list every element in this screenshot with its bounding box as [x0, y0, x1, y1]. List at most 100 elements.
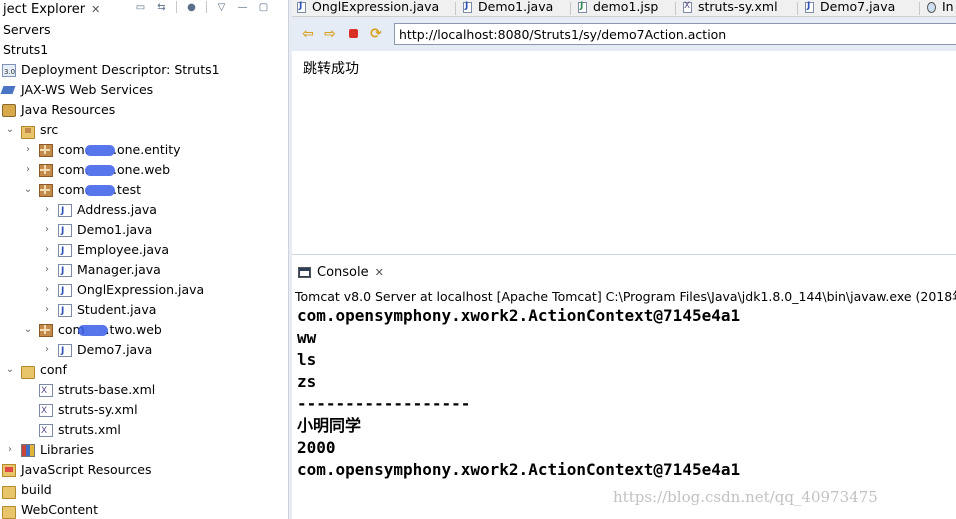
- jsp-file-icon: [578, 0, 587, 13]
- tab-console[interactable]: Console ✕: [298, 263, 384, 281]
- view-menu-icon[interactable]: ▽: [215, 1, 228, 13]
- tree-item[interactable]: › OnglExpression.java: [0, 280, 288, 301]
- editor-tab[interactable]: Demo1.java: [458, 0, 553, 16]
- tree-item[interactable]: › com. .one.web: [0, 160, 288, 180]
- link-editor-icon[interactable]: ⇆: [155, 1, 168, 13]
- source-folder-icon: [21, 126, 35, 139]
- chevron-down-icon[interactable]: ⌄: [22, 180, 34, 200]
- java-file-icon: [58, 341, 72, 361]
- tree-item[interactable]: ⌄ src: [0, 120, 288, 140]
- url-input[interactable]: [394, 23, 956, 45]
- tab-project-explorer[interactable]: ject Explorer ✕: [0, 0, 104, 18]
- tree-item[interactable]: JAX-WS Web Services: [0, 80, 288, 100]
- tree-item-label: build: [21, 482, 52, 497]
- console-icon: [298, 266, 311, 278]
- tree-item[interactable]: ⌄ com. .test: [0, 180, 288, 200]
- editor-tab[interactable]: struts-sy.xml: [678, 0, 778, 16]
- tree-item[interactable]: Java Resources: [0, 100, 288, 120]
- console-line: 2000: [297, 438, 336, 457]
- tab-divider: [919, 2, 920, 15]
- chevron-right-icon[interactable]: ›: [41, 200, 53, 220]
- console-line: com.opensymphony.xwork2.ActionContext@71…: [297, 306, 741, 325]
- tree-item[interactable]: ⌄ conf: [0, 360, 288, 380]
- project-tree: Servers Struts1 Deployment Descriptor: Str…: [0, 20, 288, 519]
- editor-tab-label: Demo1.java: [478, 0, 554, 14]
- refresh-icon[interactable]: ⟳: [368, 26, 384, 42]
- tree-item-label: struts-sy.xml: [58, 402, 138, 417]
- tree-item[interactable]: ⌄ com .two.web: [0, 320, 288, 340]
- tree-item[interactable]: struts-base.xml: [0, 380, 288, 401]
- java-file-icon: [58, 261, 72, 281]
- tree-item[interactable]: JavaScript Resources: [0, 460, 288, 480]
- tree-item-label: Manager.java: [77, 262, 161, 277]
- chevron-down-icon[interactable]: ⌄: [4, 120, 16, 140]
- chevron-right-icon[interactable]: ›: [41, 300, 53, 320]
- chevron-right-icon[interactable]: ›: [22, 160, 34, 180]
- tree-item-label: JavaScript Resources: [21, 462, 152, 477]
- redaction-mark: [85, 185, 115, 196]
- chevron-right-icon[interactable]: ›: [4, 440, 16, 460]
- folder-icon: [2, 486, 16, 499]
- tree-item[interactable]: Deployment Descriptor: Struts1: [0, 60, 288, 82]
- forward-arrow-icon[interactable]: ⇨: [322, 26, 338, 42]
- console-output: com.opensymphony.xwork2.ActionContext@71…: [297, 305, 956, 481]
- chevron-right-icon[interactable]: ›: [41, 220, 53, 240]
- tree-item[interactable]: › Demo7.java: [0, 340, 288, 361]
- chevron-right-icon[interactable]: ›: [41, 340, 53, 360]
- editor-tab-bar: OnglExpression.java Demo1.java demo1.jsp st…: [292, 0, 956, 17]
- stop-icon[interactable]: [345, 26, 361, 42]
- editor-tab[interactable]: OnglExpression.java: [292, 0, 439, 16]
- close-icon[interactable]: ✕: [375, 266, 384, 279]
- close-icon[interactable]: ✕: [91, 3, 100, 16]
- minimize-icon[interactable]: —: [236, 1, 249, 13]
- browser-page-content: 跳转成功: [292, 51, 956, 254]
- java-file-icon: [58, 241, 72, 261]
- tree-item-label: Student.java: [77, 302, 157, 317]
- java-resources-icon: [2, 104, 16, 117]
- filter-icon[interactable]: ●: [185, 1, 198, 13]
- tree-item[interactable]: struts-sy.xml: [0, 400, 288, 421]
- console-process-description: Tomcat v8.0 Server at localhost [Apache …: [295, 289, 956, 304]
- collapse-all-icon[interactable]: ▭: [134, 1, 147, 13]
- java-file-icon: [805, 0, 814, 13]
- chevron-right-icon[interactable]: ›: [41, 240, 53, 260]
- java-file-icon: [58, 281, 72, 301]
- back-arrow-icon[interactable]: ⇦: [300, 26, 316, 42]
- chevron-down-icon[interactable]: ⌄: [22, 320, 34, 340]
- java-file-icon: [58, 201, 72, 221]
- folder-icon: [21, 366, 35, 379]
- explorer-toolbar: ▭ ⇆ ● ▽ — ▢: [134, 0, 270, 14]
- tree-item[interactable]: struts.xml: [0, 420, 288, 441]
- editor-tab[interactable]: In: [922, 0, 954, 16]
- tree-item-label: conf: [40, 362, 67, 377]
- tab-divider: [797, 2, 798, 15]
- chevron-right-icon[interactable]: ›: [22, 140, 34, 160]
- package-icon: [39, 324, 53, 337]
- tree-item[interactable]: › Demo1.java: [0, 220, 288, 241]
- editor-tab[interactable]: demo1.jsp: [573, 0, 658, 16]
- tree-item[interactable]: Struts1: [0, 40, 288, 60]
- console-line: ls: [297, 350, 317, 369]
- tree-item[interactable]: › Employee.java: [0, 240, 288, 261]
- tree-item-label: Demo7.java: [77, 342, 153, 357]
- tree-item[interactable]: › Libraries: [0, 440, 288, 460]
- editor-tab-label: struts-sy.xml: [698, 0, 778, 14]
- browser-toolbar: ⇦ ⇨ ⟳: [292, 17, 956, 51]
- tree-item[interactable]: Servers: [0, 20, 288, 40]
- tree-item-label: Demo1.java: [77, 222, 153, 237]
- maximize-icon[interactable]: ▢: [257, 1, 270, 13]
- tree-item[interactable]: › Manager.java: [0, 260, 288, 281]
- tree-item[interactable]: › Student.java: [0, 300, 288, 321]
- tree-item[interactable]: WebContent: [0, 500, 288, 519]
- chevron-right-icon[interactable]: ›: [41, 280, 53, 300]
- chevron-right-icon[interactable]: ›: [41, 260, 53, 280]
- chevron-down-icon[interactable]: ⌄: [4, 360, 16, 380]
- tree-item[interactable]: › Address.java: [0, 200, 288, 221]
- tree-item[interactable]: build: [0, 480, 288, 500]
- deployment-descriptor-icon: [2, 62, 16, 82]
- browser-globe-icon: [927, 2, 936, 13]
- console-line: zs: [297, 372, 317, 391]
- web-services-icon: [2, 84, 16, 97]
- tree-item[interactable]: › com. .one.entity: [0, 140, 288, 160]
- editor-tab[interactable]: Demo7.java: [800, 0, 895, 16]
